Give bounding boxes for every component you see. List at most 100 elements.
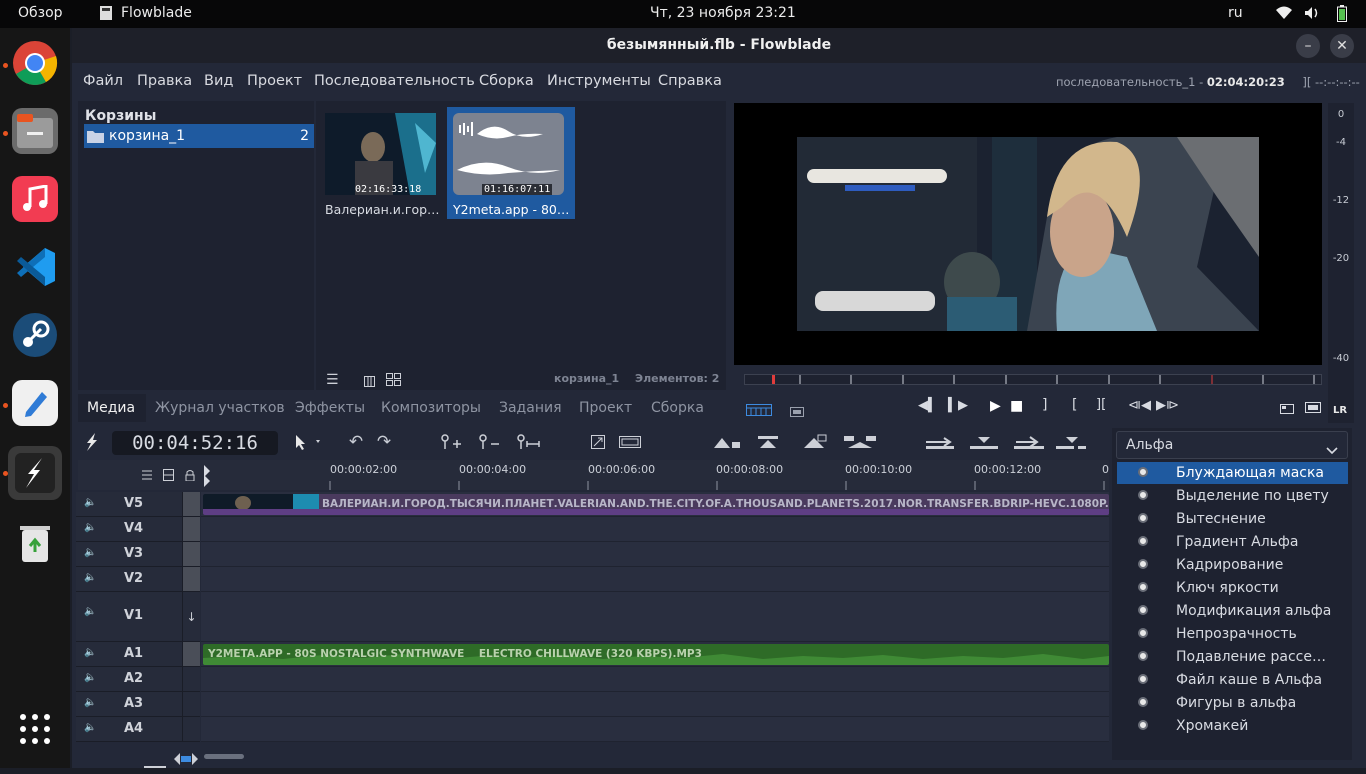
three-point-icon[interactable]	[1012, 432, 1046, 452]
fit-icon[interactable]	[618, 432, 642, 452]
lift-icon[interactable]	[712, 432, 742, 452]
stop-icon[interactable]: ■	[1010, 398, 1023, 414]
go-to-mark-out-icon[interactable]: ▶⧐	[1156, 398, 1179, 413]
track-head-a1[interactable]: 🔈 A1	[76, 642, 200, 667]
splice-out-icon[interactable]	[802, 432, 828, 452]
cut-icon[interactable]	[756, 432, 780, 452]
track-lock[interactable]	[182, 492, 200, 516]
filter-item[interactable]: Подавление рассе…	[1176, 649, 1326, 665]
wifi-icon[interactable]	[1276, 6, 1292, 24]
track-lock[interactable]	[182, 667, 200, 691]
timeline-timecode[interactable]: 00:04:52:16	[112, 431, 278, 455]
text-editor-icon[interactable]	[12, 380, 58, 426]
redo-icon[interactable]: ↷	[374, 432, 394, 452]
track-head-v5[interactable]: 🔈 V5	[76, 492, 200, 517]
track-head-v4[interactable]: 🔈 V4	[76, 517, 200, 542]
keyframe-range-icon[interactable]	[514, 432, 542, 452]
filter-item[interactable]: Модификация альфа	[1176, 603, 1331, 619]
menu-project[interactable]: Проект	[247, 73, 302, 89]
filter-item[interactable]: Хромакей	[1176, 718, 1248, 734]
filter-item[interactable]: Градиент Альфа	[1176, 534, 1298, 550]
prev-frame-icon[interactable]: ◀▍	[918, 398, 938, 413]
mute-icon[interactable]: 🔈	[84, 522, 96, 533]
track-head-v1[interactable]: 🔈 V1 ↓	[76, 592, 200, 642]
mute-icon[interactable]: 🔈	[84, 722, 96, 733]
insert-icon[interactable]	[924, 432, 956, 452]
track-list-icon[interactable]	[163, 466, 174, 485]
track-lock[interactable]	[182, 642, 200, 666]
filter-item[interactable]: Кадрирование	[1176, 557, 1283, 573]
filter-item[interactable]: Непрозрачность	[1176, 626, 1297, 642]
track-target-icon[interactable]: ↓	[182, 592, 200, 641]
edit-tool-selector[interactable]	[292, 432, 324, 452]
add-keyframe-icon[interactable]	[438, 432, 464, 452]
menu-tools[interactable]: Инструменты	[547, 73, 651, 89]
clear-marks-icon[interactable]: ][	[1096, 397, 1106, 412]
mark-in-icon[interactable]: [	[1072, 397, 1077, 413]
zoom-slider-handle-icon[interactable]	[174, 750, 198, 769]
go-to-mark-in-icon[interactable]: ⧏◀	[1128, 398, 1151, 413]
flowblade-icon[interactable]	[8, 446, 62, 500]
track-row-a2[interactable]	[201, 667, 1109, 692]
track-lock[interactable]	[182, 542, 200, 566]
track-row-v3[interactable]	[201, 542, 1109, 567]
music-icon[interactable]	[12, 176, 58, 222]
track-lock[interactable]	[182, 717, 200, 741]
track-height-icon[interactable]	[141, 466, 153, 485]
track-head-v3[interactable]: 🔈 V3	[76, 542, 200, 567]
append-icon[interactable]	[968, 432, 1000, 452]
filter-item[interactable]: Ключ яркости	[1176, 580, 1279, 596]
show-apps-icon[interactable]	[12, 706, 58, 752]
next-frame-icon[interactable]: ▍▶	[948, 398, 968, 413]
bin-item[interactable]: корзина_1 2	[84, 124, 314, 148]
range-overwrite-icon[interactable]	[1054, 432, 1088, 452]
filter-item[interactable]: Блуждающая маска	[1176, 465, 1324, 481]
track-lock[interactable]	[182, 692, 200, 716]
mute-icon[interactable]: 🔈	[84, 547, 96, 558]
tab-effects[interactable]: Эффекты	[295, 400, 365, 416]
audio-clip[interactable]: Y2META.APP - 80S NOSTALGIC SYNTHWAVE ELE…	[203, 644, 1109, 665]
track-row-a4[interactable]	[201, 717, 1109, 742]
track-row-v4[interactable]	[201, 517, 1109, 542]
media-thumb-video[interactable]: 02:16:33:18	[325, 113, 436, 195]
tab-jobs[interactable]: Задания	[499, 400, 562, 416]
chrome-icon[interactable]	[12, 40, 58, 86]
trash-icon[interactable]	[12, 520, 58, 566]
tab-compositors[interactable]: Композиторы	[381, 400, 481, 416]
resize-icon[interactable]	[590, 432, 606, 452]
track-lock[interactable]	[182, 517, 200, 541]
mute-icon[interactable]: 🔈	[84, 572, 96, 583]
filter-item[interactable]: Файл каше в Альфа	[1176, 672, 1322, 688]
tab-range-log[interactable]: Журнал участков	[155, 400, 285, 416]
menu-view[interactable]: Вид	[204, 73, 233, 89]
filter-category-dropdown[interactable]: Альфа	[1116, 431, 1348, 459]
tab-media[interactable]: Медиа	[87, 400, 135, 416]
track-row-a1[interactable]: Y2META.APP - 80S NOSTALGIC SYNTHWAVE ELE…	[201, 642, 1109, 667]
track-row-v1[interactable]	[201, 592, 1109, 642]
activities-button[interactable]: Обзор	[18, 5, 63, 21]
menu-render[interactable]: Сборка	[479, 73, 534, 89]
menu-help[interactable]: Справка	[658, 73, 722, 89]
track-head-v2[interactable]: 🔈 V2	[76, 567, 200, 592]
tab-render[interactable]: Сборка	[651, 400, 704, 416]
tab-project[interactable]: Проект	[579, 400, 632, 416]
track-head-a4[interactable]: 🔈 A4	[76, 717, 200, 742]
track-row-v5[interactable]: ВАЛЕРИАН.И.ГОРОД.ТЫСЯЧИ.ПЛАНЕТ.VALERIAN.…	[201, 492, 1109, 517]
menu-icon[interactable]: ☰	[326, 372, 339, 388]
files-icon[interactable]	[12, 108, 58, 154]
view-grid-icon[interactable]	[386, 371, 401, 390]
minimize-button[interactable]: –	[1296, 34, 1320, 58]
mute-icon[interactable]: 🔈	[84, 647, 96, 658]
mute-icon[interactable]: 🔈	[84, 606, 96, 617]
clock[interactable]: Чт, 23 ноября 23:21	[650, 5, 796, 21]
mark-out-icon[interactable]: ]	[1042, 397, 1047, 413]
zoom-out-icon[interactable]	[144, 755, 168, 774]
battery-icon[interactable]	[1337, 5, 1347, 26]
lock-icon[interactable]	[185, 466, 195, 485]
clip-view-icon[interactable]	[790, 402, 804, 421]
timeline-view-icon[interactable]	[746, 401, 772, 420]
menu-sequence[interactable]: Последовательность	[314, 73, 475, 89]
delete-keyframe-icon[interactable]	[476, 432, 502, 452]
track-head-a2[interactable]: 🔈 A2	[76, 667, 200, 692]
track-row-v2[interactable]	[201, 567, 1109, 592]
